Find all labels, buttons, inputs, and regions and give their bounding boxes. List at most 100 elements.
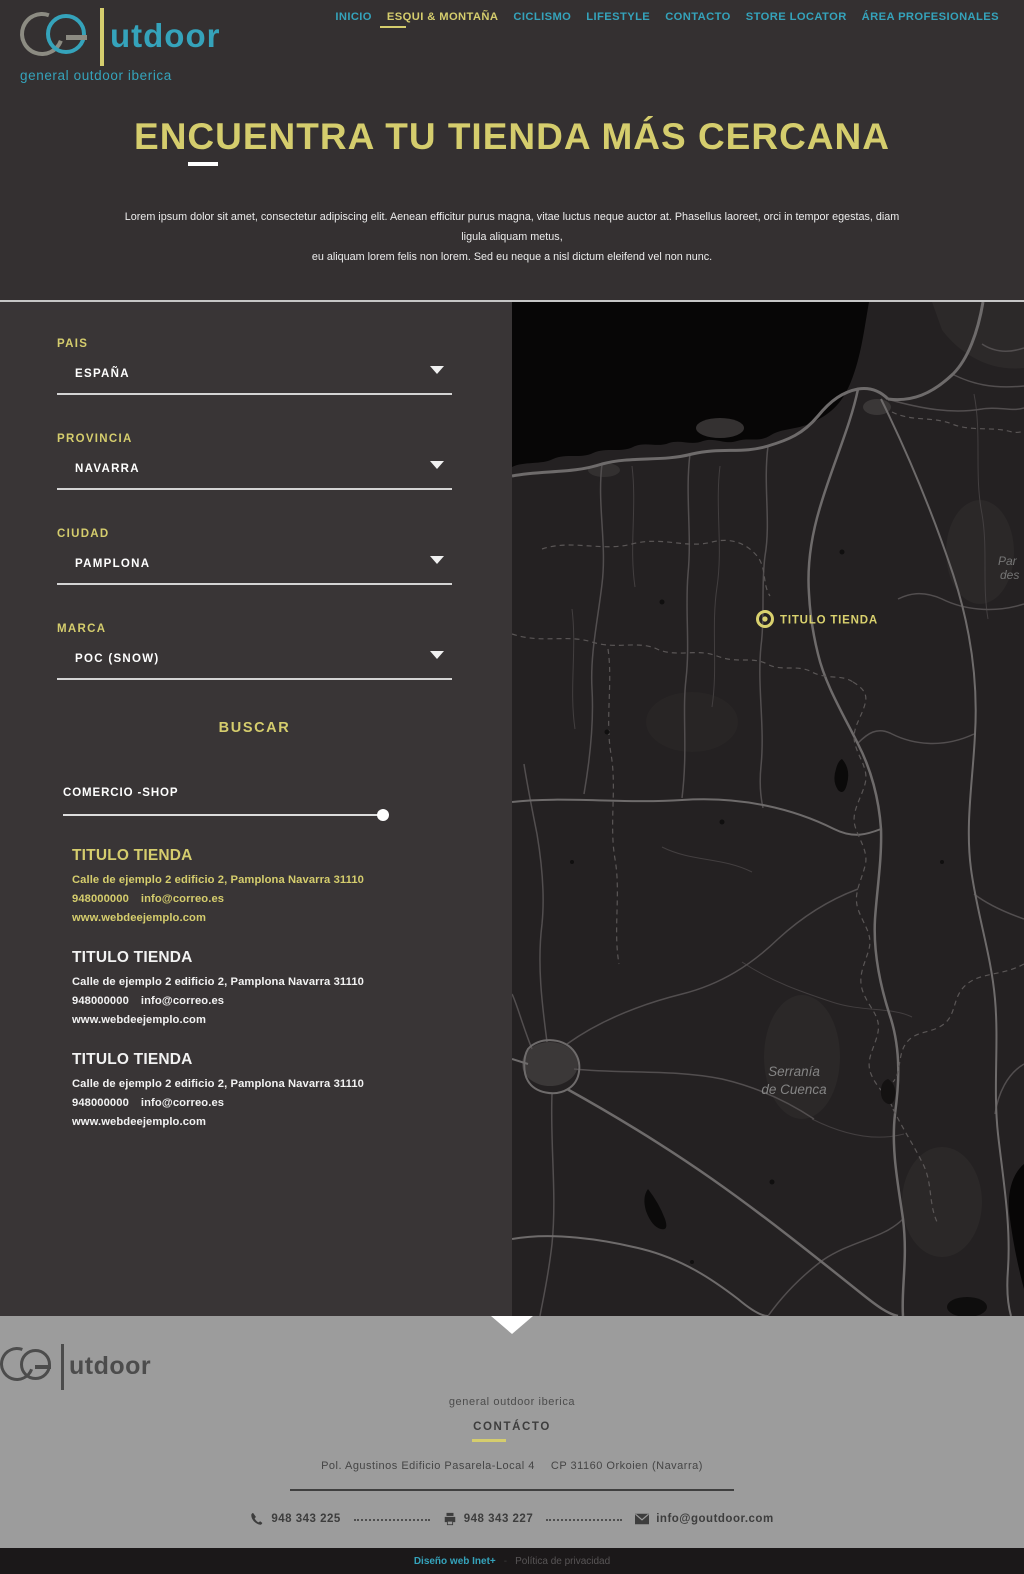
field-marca: MARCA POC (SNOW) — [57, 623, 452, 680]
brand-logo-icon: utdoor — [18, 8, 178, 66]
field-pais: PAIS ESPAÑA — [57, 338, 452, 395]
footer-email-item: info@goutdoor.com — [635, 1512, 773, 1526]
dotted-separator — [546, 1519, 622, 1521]
ciudad-select[interactable]: PAMPLONA — [57, 554, 452, 585]
map-region-label: de Cuenca — [761, 1082, 827, 1097]
chevron-down-icon — [430, 366, 444, 374]
footer-logo-wordmark: utdoor — [69, 1352, 151, 1381]
map-edge-label: des — [1000, 568, 1019, 582]
web-design-credit-link[interactable]: Diseño web Inet+ — [414, 1556, 496, 1567]
map-canvas: Serranía de Cuenca Par des TITULO TIENDA — [512, 302, 1024, 1316]
store-result-item[interactable]: TITULO TIENDA Calle de ejemplo 2 edifici… — [72, 1051, 452, 1128]
marca-selected-value: POC (SNOW) — [75, 653, 160, 665]
store-email[interactable]: info@correo.es — [141, 893, 224, 905]
map-marker-label: TITULO TIENDA — [780, 615, 878, 627]
footer-fax-number: 948 343 227 — [464, 1513, 533, 1525]
store-email[interactable]: info@correo.es — [141, 995, 224, 1007]
store-address: Calle de ejemplo 2 edificio 2, Pamplona … — [72, 1078, 452, 1090]
field-ciudad: CIUDAD PAMPLONA — [57, 528, 452, 585]
map-region-label: Serranía — [768, 1064, 820, 1079]
nav-item-lifestyle[interactable]: LIFESTYLE — [586, 11, 650, 23]
store-results-list: TITULO TIENDA Calle de ejemplo 2 edifici… — [57, 847, 452, 1128]
fax-icon — [443, 1512, 457, 1526]
nav-item-ciclismo[interactable]: CICLISMO — [513, 11, 571, 23]
store-search-form: PAIS ESPAÑA PROVINCIA NAVARRA CIUDAD — [57, 338, 452, 1153]
nav-item-contacto[interactable]: CONTACTO — [665, 11, 731, 23]
store-phone: 948000000 — [72, 1097, 129, 1109]
contact-underline-bar — [472, 1439, 506, 1442]
provincia-select[interactable]: NAVARRA — [57, 459, 452, 490]
logo-g-bar — [66, 35, 87, 40]
store-map[interactable]: Serranía de Cuenca Par des TITULO TIENDA — [512, 302, 1024, 1316]
phone-icon — [250, 1512, 264, 1526]
comercio-slider-label: COMERCIO -SHOP — [63, 787, 178, 799]
store-phone: 948000000 — [72, 893, 129, 905]
footer-contact-row: 948 343 225 948 343 227 info@goutdoor.co… — [0, 1512, 1024, 1526]
footer-address-postal: CP 31160 Orkoien (Navarra) — [551, 1460, 703, 1472]
nav-item-inicio[interactable]: INICIO — [335, 11, 372, 23]
store-website[interactable]: www.webdeejemplo.com — [72, 912, 452, 924]
field-label-marca: MARCA — [57, 623, 452, 635]
footer-phone-number: 948 343 225 — [271, 1513, 340, 1525]
provincia-selected-value: NAVARRA — [75, 463, 140, 475]
nav-item-esqui-montana[interactable]: ESQUI & MONTAÑA — [387, 11, 498, 23]
store-contact-line: 948000000 info@correo.es — [72, 1097, 452, 1109]
store-address: Calle de ejemplo 2 edificio 2, Pamplona … — [72, 874, 452, 886]
field-label-pais: PAIS — [57, 338, 452, 350]
store-title: TITULO TIENDA — [72, 1051, 452, 1069]
page: utdoor general outdoor iberica INICIO ES… — [0, 0, 1024, 1574]
field-provincia: PROVINCIA NAVARRA — [57, 433, 452, 490]
comercio-slider-knob[interactable] — [377, 809, 389, 821]
content: PAIS ESPAÑA PROVINCIA NAVARRA CIUDAD — [0, 302, 1024, 1316]
privacy-policy-link[interactable]: Política de privacidad — [515, 1556, 610, 1567]
store-phone: 948000000 — [72, 995, 129, 1007]
footer-contact-link[interactable]: CONTÁCTO — [0, 1421, 1024, 1433]
logo-tagline: general outdoor iberica — [20, 68, 172, 83]
store-result-item[interactable]: TITULO TIENDA Calle de ejemplo 2 edifici… — [72, 949, 452, 1026]
footer-phone-item: 948 343 225 — [250, 1512, 340, 1526]
store-website[interactable]: www.webdeejemplo.com — [72, 1014, 452, 1026]
intro-line-2: eu aliquam lorem felis non lorem. Sed eu… — [112, 248, 912, 268]
store-result-item[interactable]: TITULO TIENDA Calle de ejemplo 2 edifici… — [72, 847, 452, 924]
brand-logo[interactable]: utdoor general outdoor iberica — [18, 8, 238, 96]
envelope-icon — [635, 1512, 649, 1526]
logo-wordmark: utdoor — [110, 17, 220, 55]
chevron-down-icon — [430, 651, 444, 659]
logo-bar — [61, 1344, 64, 1390]
pais-select[interactable]: ESPAÑA — [57, 364, 452, 395]
intro-paragraph: Lorem ipsum dolor sit amet, consectetur … — [112, 208, 912, 268]
field-label-provincia: PROVINCIA — [57, 433, 452, 445]
main-nav: INICIO ESQUI & MONTAÑA CICLISMO LIFESTYL… — [335, 11, 999, 23]
store-email[interactable]: info@correo.es — [141, 1097, 224, 1109]
logo-circle-teal — [46, 14, 86, 54]
store-website[interactable]: www.webdeejemplo.com — [72, 1116, 452, 1128]
header: utdoor general outdoor iberica INICIO ES… — [0, 0, 1024, 100]
bottom-bar-separator: - — [504, 1556, 507, 1567]
footer-email[interactable]: info@goutdoor.com — [656, 1513, 773, 1525]
hero-section: ENCUENTRA TU TIENDA MÁS CERCANA Lorem ip… — [0, 100, 1024, 302]
map-edge-label: Par — [998, 554, 1018, 568]
ciudad-selected-value: PAMPLONA — [75, 558, 150, 570]
comercio-filter: COMERCIO -SHOP — [57, 783, 452, 816]
nav-item-store-locator[interactable]: STORE LOCATOR — [746, 11, 847, 23]
footer-tagline: general outdoor iberica — [0, 1396, 1024, 1408]
bullseye-marker-dot — [762, 616, 767, 621]
chevron-down-icon — [430, 461, 444, 469]
comercio-slider-track[interactable] — [63, 814, 383, 816]
buscar-button[interactable]: BUSCAR — [213, 718, 297, 738]
search-panel: PAIS ESPAÑA PROVINCIA NAVARRA CIUDAD — [0, 302, 512, 1316]
footer-address: Pol. Agustinos Edificio Pasarela-Local 4… — [0, 1460, 1024, 1472]
chevron-down-icon — [430, 556, 444, 564]
marca-select[interactable]: POC (SNOW) — [57, 649, 452, 680]
pais-selected-value: ESPAÑA — [75, 368, 130, 380]
bottom-bar: Diseño web Inet+ - Política de privacida… — [0, 1548, 1024, 1574]
nav-item-area-profesionales[interactable]: ÁREA PROFESIONALES — [862, 11, 999, 23]
footer-divider — [290, 1489, 734, 1491]
store-title: TITULO TIENDA — [72, 949, 452, 967]
store-address: Calle de ejemplo 2 edificio 2, Pamplona … — [72, 976, 452, 988]
title-underline-bar — [188, 162, 218, 166]
store-contact-line: 948000000 info@correo.es — [72, 995, 452, 1007]
store-contact-line: 948000000 info@correo.es — [72, 893, 452, 905]
footer-fax-item: 948 343 227 — [443, 1512, 533, 1526]
footer: utdoor general outdoor iberica CONTÁCTO … — [0, 1316, 1024, 1548]
